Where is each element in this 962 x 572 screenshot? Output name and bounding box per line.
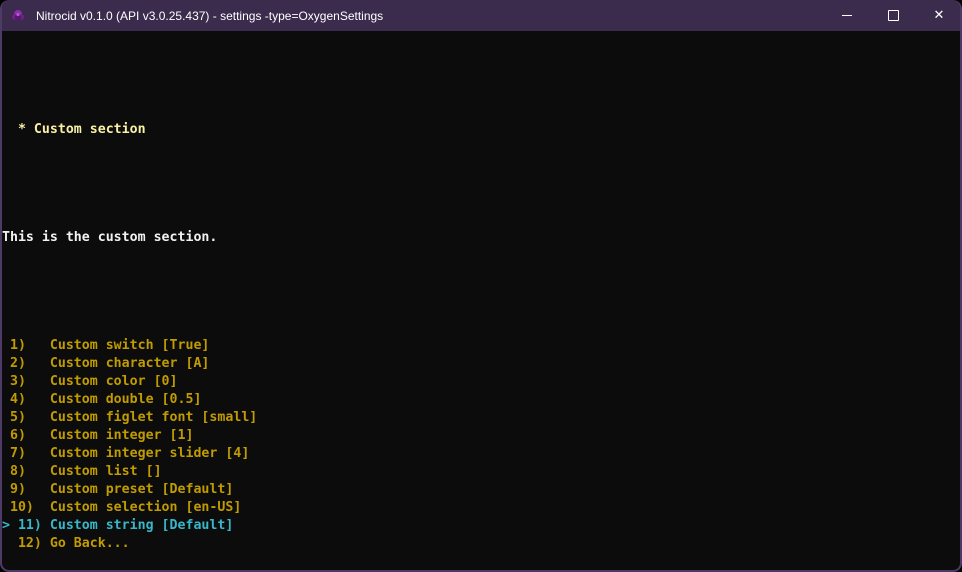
menu-item-7[interactable]: 7) Custom integer slider [4] <box>2 445 960 463</box>
menu-item-12[interactable]: 12) Go Back... <box>2 535 960 553</box>
close-button[interactable]: ✕ <box>916 0 962 31</box>
terminal-window: Nitrocid v0.1.0 (API v3.0.25.437) - sett… <box>0 0 962 572</box>
menu-item-5[interactable]: 5) Custom figlet font [small] <box>2 409 960 427</box>
close-icon: ✕ <box>934 9 945 22</box>
maximize-icon <box>888 10 899 21</box>
menu-item-9[interactable]: 9) Custom preset [Default] <box>2 481 960 499</box>
blank-row <box>2 175 960 193</box>
section-header: * Custom section <box>2 121 960 139</box>
menu-item-11[interactable]: > 11) Custom string [Default] <box>2 517 960 535</box>
blank-row <box>2 67 960 85</box>
menu-item-8[interactable]: 8) Custom list [] <box>2 463 960 481</box>
menu-item-10[interactable]: 10) Custom selection [en-US] <box>2 499 960 517</box>
menu-item-1[interactable]: 1) Custom switch [True] <box>2 337 960 355</box>
menu-item-3[interactable]: 3) Custom color [0] <box>2 373 960 391</box>
menu-item-6[interactable]: 6) Custom integer [1] <box>2 427 960 445</box>
app-icon <box>10 8 26 24</box>
window-controls: ✕ <box>824 0 962 31</box>
titlebar: Nitrocid v0.1.0 (API v3.0.25.437) - sett… <box>0 0 962 31</box>
menu-item-2[interactable]: 2) Custom character [A] <box>2 355 960 373</box>
section-description: This is the custom section. <box>2 229 960 247</box>
minimize-button[interactable] <box>824 0 870 31</box>
blank-row <box>2 283 960 301</box>
menu-item-4[interactable]: 4) Custom double [0.5] <box>2 391 960 409</box>
maximize-button[interactable] <box>870 0 916 31</box>
console-screen: * Custom section This is the custom sect… <box>2 31 960 570</box>
minimize-icon <box>842 15 852 16</box>
settings-menu: 1) Custom switch [True] 2) Custom charac… <box>2 337 960 553</box>
window-title: Nitrocid v0.1.0 (API v3.0.25.437) - sett… <box>36 9 824 23</box>
